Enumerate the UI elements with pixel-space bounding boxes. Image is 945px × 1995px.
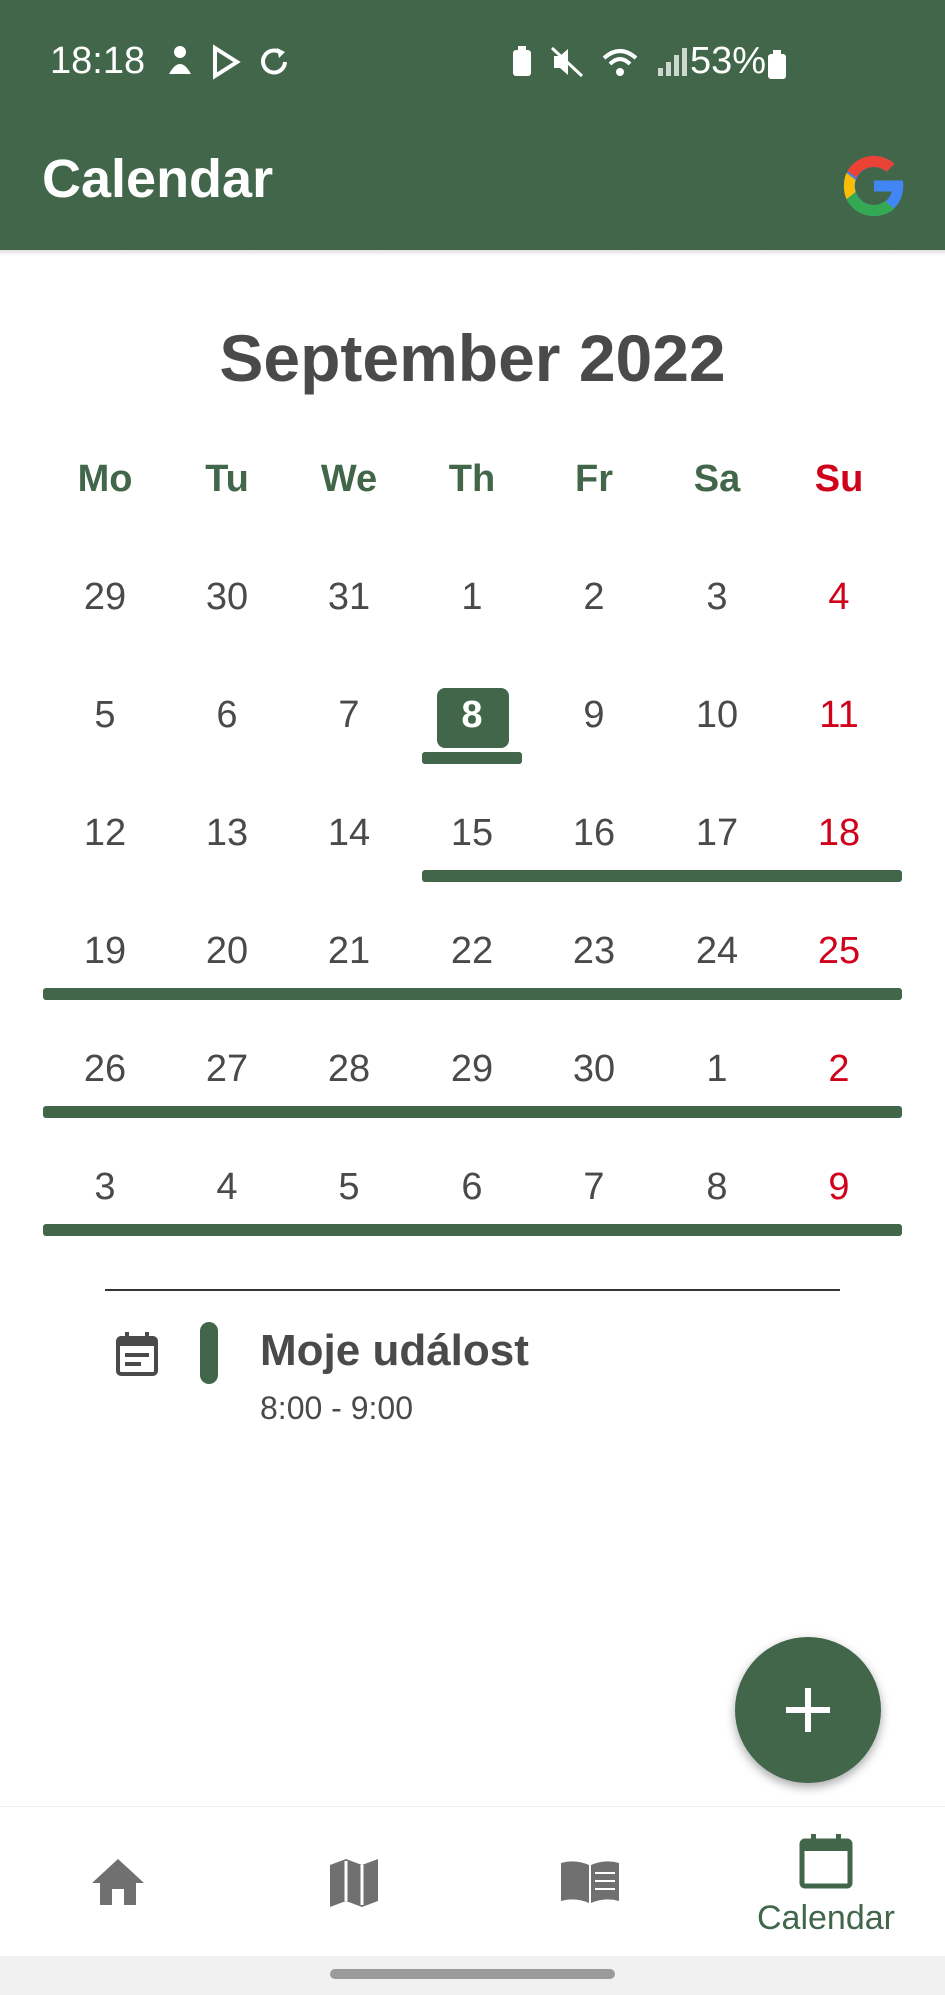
day-cell[interactable]: 7 [294,694,404,737]
signal-icon [658,48,687,76]
day-cell[interactable]: 6 [172,694,282,737]
weekday-tu: Tu [205,458,249,500]
day-cell[interactable]: 14 [294,812,404,855]
day-cell[interactable]: 1 [662,1048,772,1091]
plus-icon [786,1688,830,1732]
event-bar-week5 [43,1106,902,1118]
weekday-th: Th [448,458,496,500]
day-cell[interactable]: 16 [539,812,649,855]
day-cell[interactable]: 27 [172,1048,282,1091]
event-list-item[interactable]: Moje událost 8:00 - 9:00 [105,1320,865,1430]
day-cell[interactable]: 19 [50,930,160,973]
battery-icon [768,50,786,79]
day-cell[interactable]: 11 [784,694,894,737]
day-cell[interactable]: 30 [539,1048,649,1091]
mute-icon [550,46,584,78]
day-cell[interactable]: 29 [417,1048,527,1091]
day-cell-selected[interactable]: 8 [417,694,527,737]
event-note-icon [116,1332,158,1376]
month-title: September 2022 [219,321,726,395]
sync-icon [261,48,287,75]
day-cell[interactable]: 1 [417,576,527,619]
play-store-icon [213,44,241,80]
day-cell[interactable]: 15 [417,812,527,855]
day-cell[interactable]: 5 [294,1166,404,1209]
day-cell[interactable]: 25 [784,930,894,973]
events-divider [105,1289,840,1291]
status-notification-icons [165,44,291,80]
gesture-handle[interactable] [330,1969,615,1979]
day-cell[interactable]: 4 [172,1166,282,1209]
day-cell[interactable]: 3 [50,1166,160,1209]
day-cell[interactable]: 6 [417,1166,527,1209]
day-cell[interactable]: 22 [417,930,527,973]
google-account-icon[interactable] [836,138,912,234]
day-cell[interactable]: 12 [50,812,160,855]
person-notification-icon [169,46,191,74]
day-cell[interactable]: 3 [662,576,772,619]
bottom-navigation: Calendar [0,1806,945,1957]
event-time: 8:00 - 9:00 [260,1390,413,1426]
weekday-mo: Mo [77,458,133,500]
day-cell[interactable]: 10 [662,694,772,737]
add-event-button[interactable] [735,1637,881,1783]
status-bar: 18:18 53% [0,0,945,122]
day-cell[interactable]: 29 [50,576,160,619]
event-title: Moje událost [260,1326,529,1375]
battery-percentage: 53% [690,40,767,82]
calendar-icon [799,1834,853,1889]
weekday-su: Su [814,458,864,500]
nav-item-calendar[interactable]: Calendar [708,1807,944,1957]
day-cell[interactable]: 20 [172,930,282,973]
day-cell[interactable]: 30 [172,576,282,619]
day-cell[interactable]: 9 [539,694,649,737]
day-cell[interactable]: 5 [50,694,160,737]
event-bar-week6 [43,1224,902,1236]
weekday-sa: Sa [693,458,741,500]
day-cell[interactable]: 26 [50,1048,160,1091]
event-bar-week4 [43,988,902,1000]
day-cell[interactable]: 9 [784,1166,894,1209]
battery-saver-icon [513,46,531,76]
day-cell[interactable]: 2 [784,1048,894,1091]
nav-item-book[interactable] [472,1807,708,1957]
home-icon [92,1859,144,1905]
day-cell[interactable]: 31 [294,576,404,619]
app-bar-shadow [0,250,945,256]
weekday-we: We [320,458,378,500]
event-color-pill [200,1322,218,1384]
day-cell[interactable]: 21 [294,930,404,973]
day-cell[interactable]: 28 [294,1048,404,1091]
nav-item-calendar-label: Calendar [757,1899,895,1937]
day-cell[interactable]: 2 [539,576,649,619]
event-bar-week2 [422,752,522,764]
app-title: Calendar [42,149,274,209]
app-bar: Calendar [0,122,945,250]
day-cell[interactable]: 4 [784,576,894,619]
day-cell[interactable]: 18 [784,812,894,855]
wifi-icon [602,49,638,76]
event-bar-week3 [422,870,902,882]
day-cell[interactable]: 13 [172,812,282,855]
nav-item-map[interactable] [236,1807,472,1957]
nav-item-home[interactable] [0,1807,236,1957]
status-time: 18:18 [50,40,146,82]
status-system-icons [510,44,688,80]
day-cell[interactable]: 7 [539,1166,649,1209]
day-cell[interactable]: 24 [662,930,772,973]
day-cell[interactable]: 8 [662,1166,772,1209]
book-icon [561,1861,619,1903]
map-icon [330,1859,378,1907]
day-cell[interactable]: 23 [539,930,649,973]
day-cell[interactable]: 17 [662,812,772,855]
weekday-fr: Fr [575,458,613,500]
gesture-navigation-bar [0,1956,945,1995]
